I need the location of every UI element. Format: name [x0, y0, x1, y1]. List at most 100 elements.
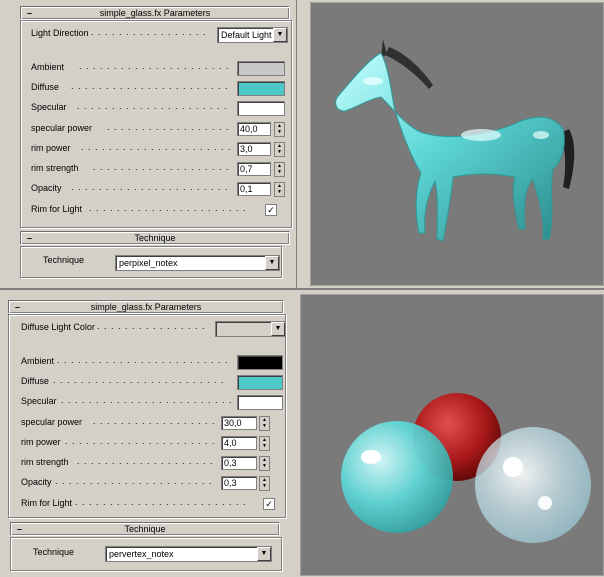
diffuse-label: Diffuse — [31, 82, 59, 92]
clear-glass-sphere — [475, 427, 591, 543]
specular-highlight — [538, 496, 552, 510]
rollout-header-technique[interactable]: – Technique — [20, 231, 290, 245]
chevron-down-icon[interactable]: ▼ — [257, 547, 271, 561]
leader-dots: . . . . . . . . . . . . . . . . . . . . … — [71, 182, 231, 192]
chevron-down-icon[interactable]: ▼ — [273, 28, 287, 42]
parameters-group: Diffuse Light Color . . . . . . . . . . … — [8, 314, 286, 518]
diffuse-light-color-row: Diffuse Light Color . . . . . . . . . . … — [21, 321, 286, 337]
diffuse-color-swatch[interactable] — [237, 375, 283, 390]
technique-group: Technique pervertex_notex ▼ — [10, 537, 282, 571]
technique-dropdown[interactable]: perpixel_notex ▼ — [115, 255, 280, 271]
ambient-color-swatch[interactable] — [237, 355, 283, 370]
spinner-arrows-icon[interactable]: ▲ ▼ — [274, 142, 285, 157]
opacity-label: Opacity — [21, 477, 52, 487]
rollout-header-technique[interactable]: – Technique — [10, 522, 280, 536]
diffuse-light-color-label: Diffuse Light Color — [21, 322, 95, 332]
technique-rollout-title: Technique — [124, 524, 166, 534]
rim-for-light-checkbox[interactable]: ✓ — [265, 204, 277, 216]
spinner-arrows-icon[interactable]: ▲ ▼ — [274, 122, 285, 137]
leader-dots: . . . . . . . . . . . . . . . . . . . . … — [89, 203, 249, 213]
technique-value: pervertex_notex — [109, 549, 174, 559]
leader-dots: . . . . . . . . . . . . . . . . . . . . … — [81, 142, 231, 152]
diffuse-color-swatch[interactable] — [237, 81, 285, 96]
specular-power-row: specular power . . . . . . . . . . . . .… — [21, 416, 283, 431]
glass-horse-render — [335, 39, 575, 242]
diffuse-light-color-dropdown[interactable]: ▼ — [215, 321, 286, 337]
leader-dots: . . . . . . . . . . . . . . . . . . . . … — [71, 81, 231, 91]
opacity-label: Opacity — [31, 183, 62, 193]
light-direction-dropdown[interactable]: Default Light ▼ — [217, 27, 288, 43]
light-direction-label: Light Direction — [31, 28, 89, 38]
viewport-top[interactable] — [310, 2, 604, 286]
horse-highlight — [461, 129, 501, 141]
spinner-arrows-icon[interactable]: ▲ ▼ — [259, 476, 270, 491]
ambient-label: Ambient — [21, 356, 55, 366]
specular-label: Specular — [31, 102, 67, 112]
rim-power-row: rim power . . . . . . . . . . . . . . . … — [31, 142, 289, 157]
leader-dots: . . . . . . . . . . . . . . . . . . . . … — [79, 61, 229, 71]
light-direction-row: Light Direction . . . . . . . . . . . . … — [31, 27, 289, 43]
horse-highlight — [533, 131, 549, 139]
ambient-color-swatch[interactable] — [237, 61, 285, 76]
specular-power-label: specular power — [31, 123, 93, 133]
leader-dots: . . . . . . . . . . . . . . . . . . . . … — [57, 355, 227, 365]
glass-spheres-render — [341, 393, 591, 543]
spinner-arrows-icon[interactable]: ▲ ▼ — [259, 456, 270, 471]
collapse-icon: – — [27, 8, 33, 18]
chevron-down-icon[interactable]: ▼ — [265, 256, 279, 270]
specular-power-label: specular power — [21, 417, 83, 427]
chevron-down-icon[interactable]: ▼ — [271, 322, 285, 336]
rim-power-label: rim power — [21, 437, 61, 447]
ambient-row: Ambient . . . . . . . . . . . . . . . . … — [31, 61, 289, 76]
opacity-input[interactable]: 0,1 — [237, 182, 271, 196]
specular-row: Specular . . . . . . . . . . . . . . . .… — [31, 101, 289, 116]
rim-strength-row: rim strength . . . . . . . . . . . . . .… — [31, 162, 289, 177]
specular-color-swatch[interactable] — [237, 101, 285, 116]
spinner-arrows-icon[interactable]: ▲ ▼ — [274, 182, 285, 197]
ambient-label: Ambient — [31, 62, 65, 72]
opacity-input[interactable]: 0,3 — [221, 476, 257, 490]
specular-highlight — [361, 450, 381, 464]
rim-power-input[interactable]: 4,0 — [221, 436, 257, 450]
horse-highlight — [363, 77, 383, 85]
specular-highlight — [503, 457, 523, 477]
rim-strength-input[interactable]: 0,7 — [237, 162, 271, 176]
diffuse-label: Diffuse — [21, 376, 49, 386]
panel-scrollbar[interactable] — [296, 0, 301, 288]
rim-power-input[interactable]: 3,0 — [237, 142, 271, 156]
leader-dots: . . . . . . . . . . . . . . . . . . . . … — [97, 321, 207, 331]
rim-for-light-label: Rim for Light — [31, 204, 83, 214]
ambient-row: Ambient . . . . . . . . . . . . . . . . … — [21, 355, 283, 370]
leader-dots: . . . . . . . . . . . . . . . . . . . . … — [93, 416, 219, 426]
technique-rollout-title: Technique — [134, 233, 176, 243]
specular-power-input[interactable]: 30,0 — [221, 416, 257, 430]
spinner-arrows-icon[interactable]: ▲ ▼ — [274, 162, 285, 177]
rim-for-light-checkbox[interactable]: ✓ — [263, 498, 275, 510]
rollout-header-parameters[interactable]: – simple_glass.fx Parameters — [8, 300, 284, 314]
diffuse-row: Diffuse . . . . . . . . . . . . . . . . … — [31, 81, 289, 96]
collapse-icon: – — [27, 233, 33, 243]
rim-strength-input[interactable]: 0,3 — [221, 456, 257, 470]
technique-value: perpixel_notex — [119, 258, 178, 268]
rollout-title: simple_glass.fx Parameters — [99, 8, 211, 18]
leader-dots: . . . . . . . . . . . . . . . . . . . . … — [53, 375, 229, 385]
rim-for-light-row: Rim for Light . . . . . . . . . . . . . … — [31, 203, 289, 217]
viewport-bottom[interactable] — [300, 294, 604, 576]
leader-dots: . . . . . . . . . . . . . . . . . . . . … — [61, 395, 231, 405]
leader-dots: . . . . . . . . . . . . . . . . . . . . … — [93, 162, 233, 172]
technique-dropdown[interactable]: pervertex_notex ▼ — [105, 546, 272, 562]
leader-dots: . . . . . . . . . . . . . . . . . . . . … — [75, 497, 251, 507]
opacity-row: Opacity . . . . . . . . . . . . . . . . … — [21, 476, 283, 491]
parameters-group: Light Direction . . . . . . . . . . . . … — [20, 20, 292, 228]
rollout-header-parameters[interactable]: – simple_glass.fx Parameters — [20, 6, 290, 20]
specular-color-swatch[interactable] — [237, 395, 283, 410]
leader-dots: . . . . . . . . . . . . . . . . . . . . … — [65, 436, 215, 446]
spinner-arrows-icon[interactable]: ▲ ▼ — [259, 436, 270, 451]
rim-power-row: rim power . . . . . . . . . . . . . . . … — [21, 436, 283, 451]
rim-for-light-row: Rim for Light . . . . . . . . . . . . . … — [21, 497, 283, 511]
rim-strength-label: rim strength — [21, 457, 69, 467]
spinner-arrows-icon[interactable]: ▲ ▼ — [259, 416, 270, 431]
leader-dots: . . . . . . . . . . . . . . . . . . . . … — [77, 456, 217, 466]
specular-power-input[interactable]: 40,0 — [237, 122, 271, 136]
bottom-parameters-panel: – simple_glass.fx Parameters Diffuse Lig… — [0, 292, 292, 576]
